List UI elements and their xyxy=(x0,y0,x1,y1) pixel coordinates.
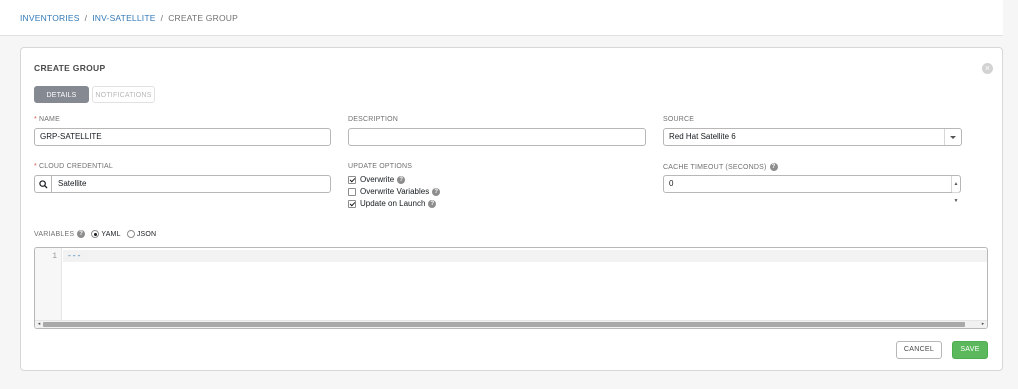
help-icon[interactable]: ? xyxy=(432,187,441,196)
horizontal-scrollbar[interactable]: ◂ ▸ xyxy=(35,320,987,328)
cache-timeout-label-text: CACHE TIMEOUT (SECONDS) xyxy=(663,163,767,171)
create-group-panel: CREATE GROUP × DETAILS NOTIFICATIONS * NA… xyxy=(20,47,1003,371)
cache-timeout-input[interactable]: 0 ▲ ▼ xyxy=(663,175,961,204)
update-options-group: Overwrite ? Overwrite Variables ? Update… xyxy=(348,175,548,211)
variables-label: VARIABLES xyxy=(34,230,75,238)
scrollbar-thumb[interactable] xyxy=(43,322,965,327)
overwrite-variables-label: Overwrite Variables xyxy=(360,187,430,196)
cache-timeout-label: CACHE TIMEOUT (SECONDS)? xyxy=(663,163,778,171)
cancel-button[interactable]: CANCEL xyxy=(896,341,942,359)
yaml-label: YAML xyxy=(101,230,121,238)
description-input[interactable] xyxy=(348,128,646,146)
breadcrumb-separator: / xyxy=(84,12,88,23)
close-icon[interactable]: × xyxy=(982,63,993,74)
panel-title: CREATE GROUP xyxy=(34,63,106,73)
overwrite-variables-checkbox[interactable] xyxy=(348,187,356,196)
line-number: 1 xyxy=(52,252,57,261)
overwrite-label: Overwrite xyxy=(360,175,395,184)
decrement-icon[interactable]: ▼ xyxy=(952,192,960,209)
update-on-launch-label: Update on Launch xyxy=(360,199,426,208)
tab-notifications[interactable]: NOTIFICATIONS xyxy=(92,86,155,103)
name-input[interactable]: GRP-SATELLITE xyxy=(34,128,331,146)
help-icon[interactable]: ? xyxy=(397,175,406,184)
source-label: SOURCE xyxy=(663,116,695,123)
help-icon[interactable]: ? xyxy=(77,230,86,238)
cloud-credential-input[interactable]: Satellite xyxy=(51,175,331,193)
required-mark: * xyxy=(34,116,37,123)
source-value: Red Hat Satellite 6 xyxy=(669,132,736,141)
breadcrumb-separator: / xyxy=(160,12,164,23)
breadcrumb-inventory[interactable]: INV-SATELLITE xyxy=(92,13,155,23)
editor-gutter: 1 xyxy=(35,248,62,328)
cloud-credential-field: Satellite xyxy=(34,175,331,193)
increment-icon[interactable]: ▲ xyxy=(952,176,960,192)
variables-editor[interactable]: 1 --- ◂ ▸ xyxy=(34,247,988,329)
json-radio[interactable] xyxy=(126,230,135,238)
overwrite-option[interactable]: Overwrite ? xyxy=(348,175,406,184)
save-button[interactable]: SAVE xyxy=(952,341,988,359)
json-label: JSON xyxy=(136,230,157,238)
update-on-launch-checkbox[interactable] xyxy=(348,199,356,208)
cloud-credential-label-text: CLOUD CREDENTIAL xyxy=(38,163,113,170)
breadcrumb-current: CREATE GROUP xyxy=(168,12,238,23)
source-select[interactable]: Red Hat Satellite 6 xyxy=(663,128,962,146)
editor-code[interactable]: --- xyxy=(67,252,81,261)
stepper-icon[interactable]: ▲ ▼ xyxy=(951,176,960,204)
scroll-left-icon[interactable]: ◂ xyxy=(35,321,43,328)
overwrite-variables-option[interactable]: Overwrite Variables ? xyxy=(348,187,441,196)
cache-timeout-value: 0 xyxy=(669,179,674,188)
active-line xyxy=(63,250,987,262)
caret-down-icon[interactable] xyxy=(944,129,961,145)
name-label: * NAME xyxy=(34,116,60,123)
help-icon[interactable]: ? xyxy=(769,163,778,171)
scroll-right-icon[interactable]: ▸ xyxy=(979,321,987,328)
variables-header: VARIABLES? YAML JSON xyxy=(34,230,160,238)
yaml-radio[interactable] xyxy=(91,230,100,238)
description-label: DESCRIPTION xyxy=(348,116,399,123)
overwrite-checkbox[interactable] xyxy=(348,175,356,184)
tab-details[interactable]: DETAILS xyxy=(34,86,89,103)
update-on-launch-option[interactable]: Update on Launch ? xyxy=(348,199,437,208)
help-icon[interactable]: ? xyxy=(428,199,437,208)
breadcrumb: INVENTORIES / INV-SATELLITE / CREATE GRO… xyxy=(0,0,1003,36)
cloud-credential-label: * CLOUD CREDENTIAL xyxy=(34,163,113,170)
update-options-label: UPDATE OPTIONS xyxy=(348,163,413,170)
required-mark: * xyxy=(34,163,37,170)
breadcrumb-inventories[interactable]: INVENTORIES xyxy=(20,13,80,23)
name-label-text: NAME xyxy=(38,116,60,123)
search-icon[interactable] xyxy=(34,175,51,193)
